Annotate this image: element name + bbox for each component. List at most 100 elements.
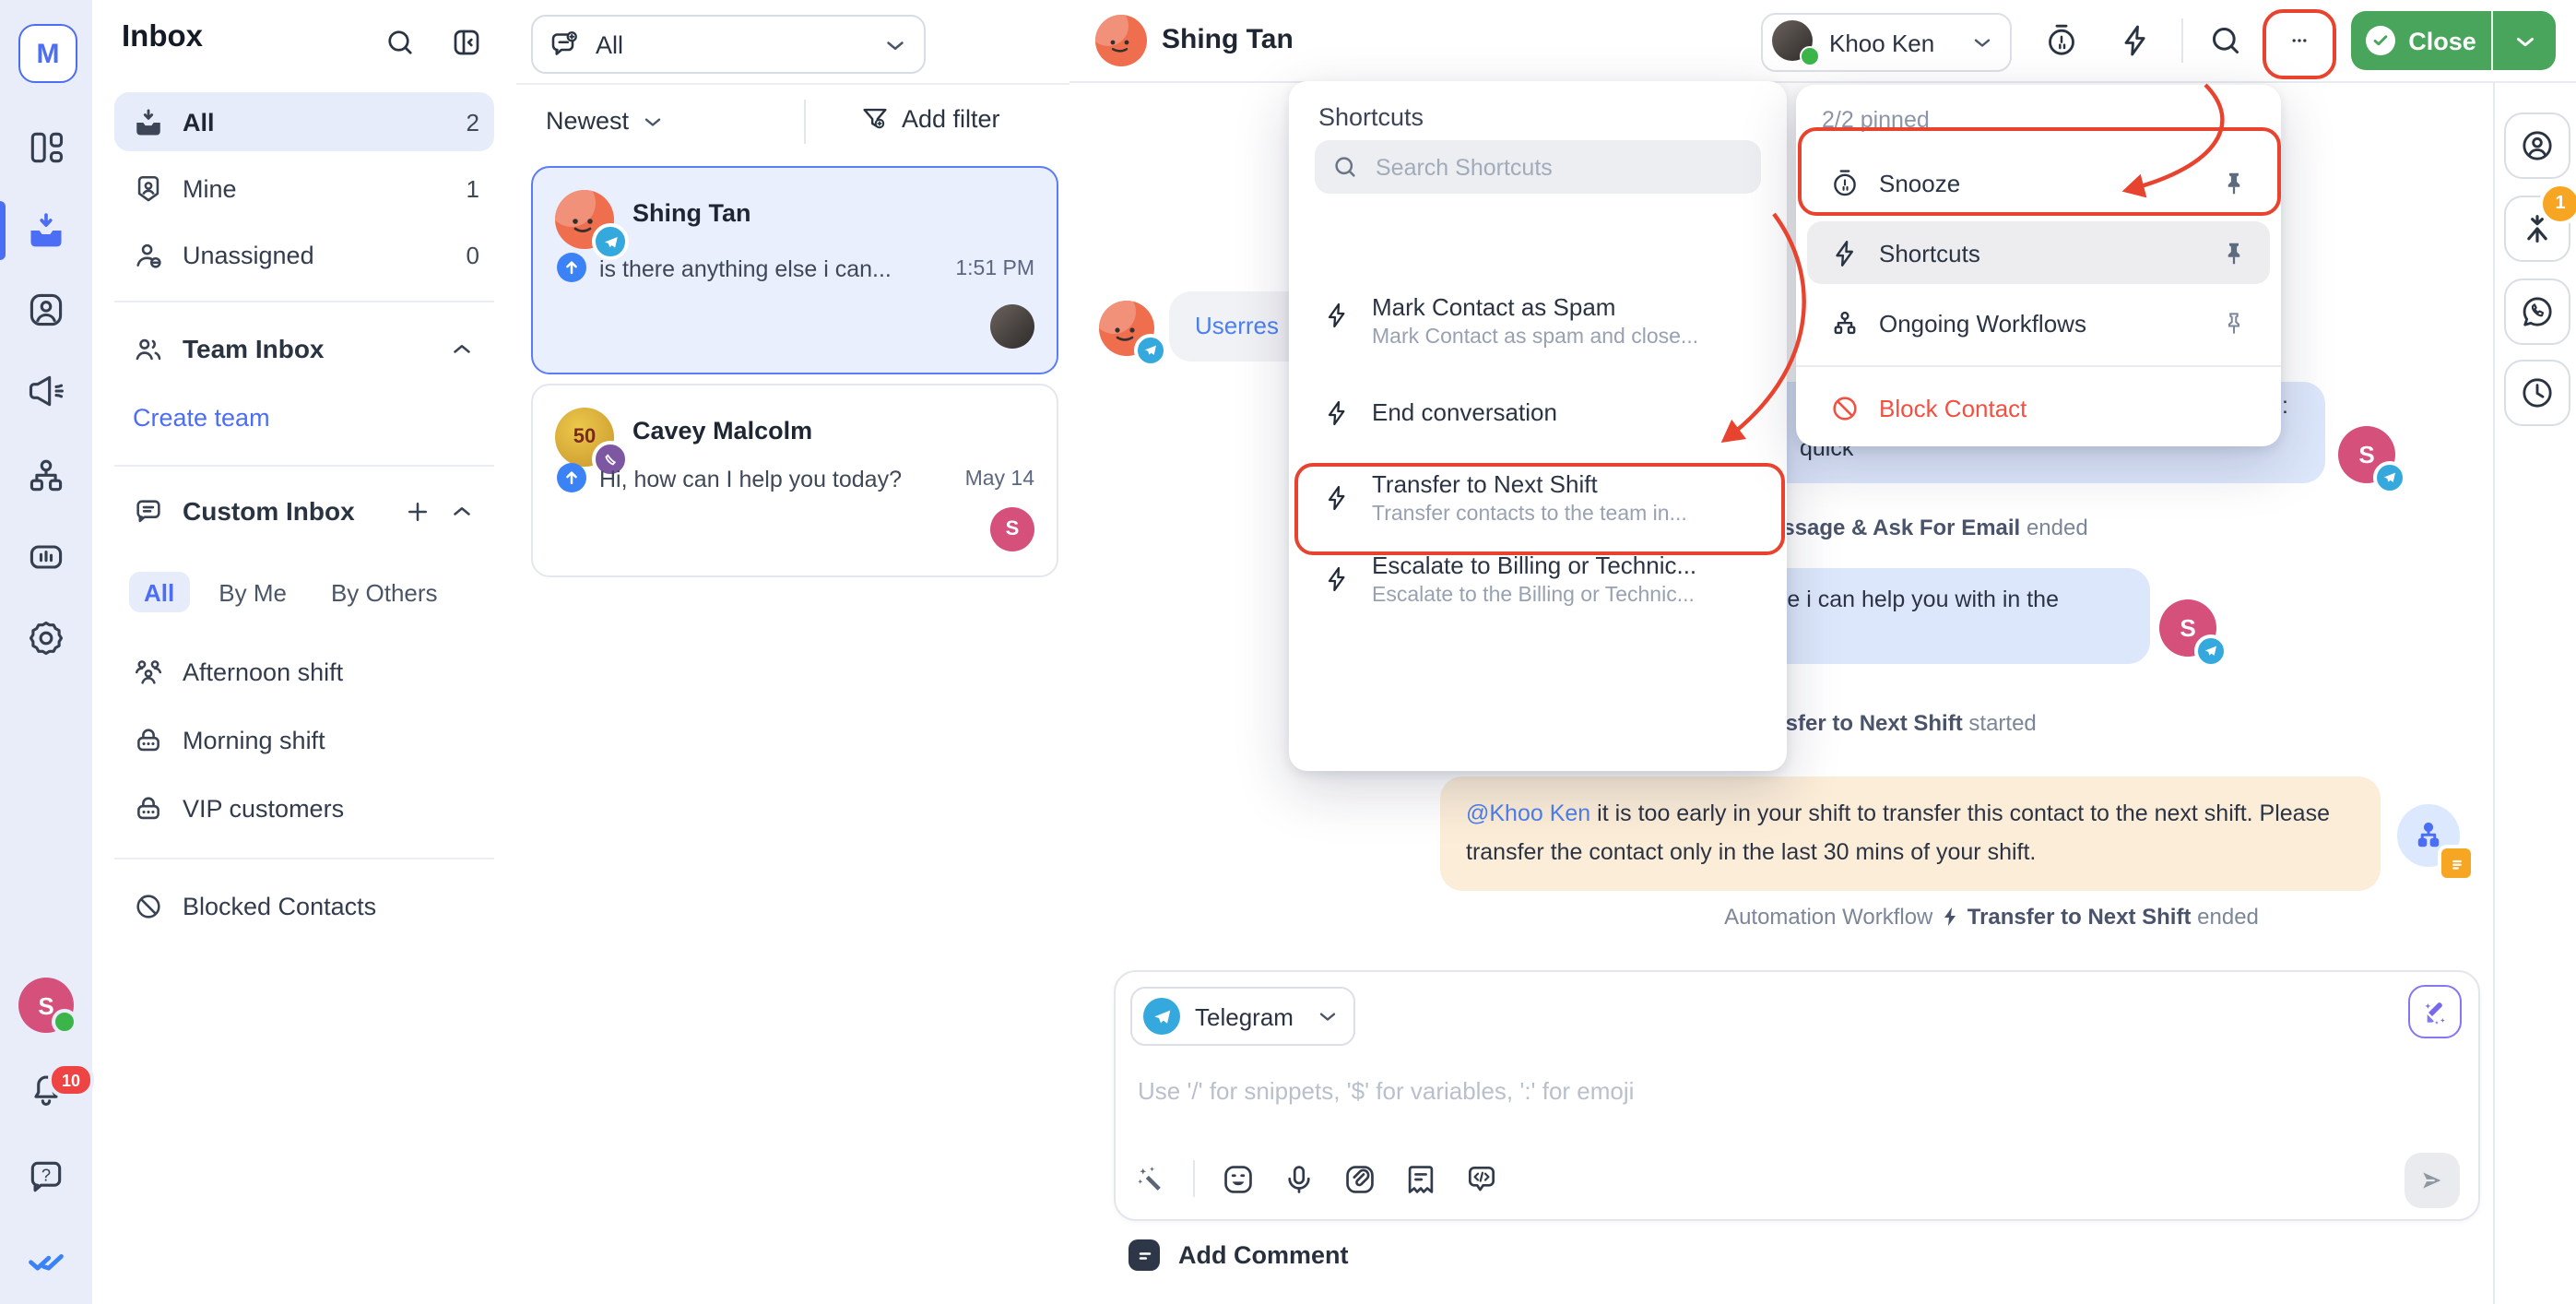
shortcut-item-title-escalate[interactable]: Escalate to Billing or Technic... xyxy=(1372,551,1696,579)
blocked-contacts-item[interactable]: Blocked Contacts xyxy=(114,876,494,935)
add-filter-button[interactable]: Add filter xyxy=(859,103,1000,135)
online-status-dot xyxy=(52,1009,77,1035)
app-window: M S 10 ? xyxy=(0,0,2576,1304)
code-snippet-icon[interactable] xyxy=(1464,1161,1499,1196)
collapse-sidebar-icon[interactable] xyxy=(450,26,483,59)
inbox-icon[interactable] xyxy=(26,210,66,251)
reports-icon[interactable] xyxy=(26,537,66,577)
automation-status-line: Automation Workflow Transfer to Next Shi… xyxy=(1438,904,2545,930)
pin-outline-icon[interactable] xyxy=(2220,309,2248,337)
brand-checks-icon xyxy=(26,1239,66,1280)
emoji-icon[interactable] xyxy=(1221,1161,1256,1196)
custom-inbox-label: Morning shift xyxy=(183,726,325,753)
composer-placeholder[interactable]: Use '/' for snippets, '$' for variables,… xyxy=(1138,1077,1634,1105)
team-people-icon xyxy=(133,333,164,364)
contact-details-button[interactable] xyxy=(2504,113,2570,179)
mention-link[interactable]: @Khoo Ken xyxy=(1466,800,1590,826)
chevron-up-icon[interactable] xyxy=(448,335,476,362)
divider xyxy=(804,100,806,144)
pin-filled-icon[interactable] xyxy=(2220,169,2248,196)
tab-by-others[interactable]: By Others xyxy=(316,572,453,612)
shortcuts-search-input[interactable] xyxy=(1372,152,1730,182)
conversation-preview: Hi, how can I help you today? xyxy=(599,467,902,492)
shortcut-bolt-icon[interactable] xyxy=(2117,22,2154,59)
settings-gear-icon[interactable] xyxy=(26,618,66,658)
conversation-time: 1:51 PM xyxy=(955,258,1034,280)
menu-item-block-contact[interactable]: Block Contact xyxy=(1807,376,2270,439)
search-messages-icon[interactable] xyxy=(2207,22,2244,59)
voice-note-icon[interactable] xyxy=(1282,1161,1317,1196)
shortcut-item-subtitle: Mark Contact as spam and close... xyxy=(1372,326,1698,349)
tab-by-me[interactable]: By Me xyxy=(204,572,301,612)
team-inbox-header[interactable]: Team Inbox xyxy=(114,326,494,371)
outgoing-arrow-icon xyxy=(557,463,586,492)
tab-all[interactable]: All xyxy=(129,572,189,612)
ai-assist-button[interactable] xyxy=(2408,985,2462,1038)
channel-filter-value: All xyxy=(596,30,623,58)
chevron-up-icon[interactable] xyxy=(448,497,476,525)
left-nav-rail: M S 10 ? xyxy=(0,0,94,1304)
bolt-icon xyxy=(1322,564,1352,594)
pinned-menu-header: 2/2 pinned xyxy=(1822,107,1930,133)
shortcut-bolt-icon xyxy=(1829,237,1861,268)
close-button-dropdown[interactable] xyxy=(2491,11,2556,70)
close-button-main[interactable]: Close xyxy=(2351,11,2491,70)
active-nav-indicator xyxy=(0,201,6,260)
broadcast-icon[interactable] xyxy=(26,371,66,411)
sidebar-item-count: 2 xyxy=(467,108,479,136)
more-options-icon[interactable] xyxy=(2281,31,2318,50)
sidebar-item-mine[interactable]: Mine 1 xyxy=(114,159,494,218)
incoming-message-link[interactable]: Userres xyxy=(1195,312,1279,339)
menu-item-label: Block Contact xyxy=(1879,394,2027,421)
custom-inbox-afternoon-shift[interactable]: Afternoon shift xyxy=(114,642,494,701)
menu-item-label: Ongoing Workflows xyxy=(1879,309,2086,337)
sidebar-item-label: Mine xyxy=(183,174,237,202)
menu-item-ongoing-workflows[interactable]: Ongoing Workflows xyxy=(1807,291,2270,354)
conversation-item-cavey-malcolm[interactable]: 50 Cavey Malcolm Hi, how can I help you … xyxy=(531,384,1058,577)
sidebar-item-unassigned[interactable]: Unassigned 0 xyxy=(114,225,494,284)
shortcut-item-title[interactable]: Transfer to Next Shift xyxy=(1372,470,1598,498)
history-clock-button[interactable] xyxy=(2504,360,2570,426)
close-conversation-button[interactable]: Close xyxy=(2351,11,2556,70)
help-icon[interactable]: ? xyxy=(26,1156,66,1197)
snooze-timer-icon[interactable] xyxy=(2043,22,2080,59)
sidebar-search-icon[interactable] xyxy=(384,26,417,59)
custom-inbox-morning-shift[interactable]: Morning shift xyxy=(114,710,494,769)
sidebar-item-all[interactable]: All 2 xyxy=(114,92,494,151)
menu-item-shortcuts[interactable]: Shortcuts xyxy=(1807,221,2270,284)
whatsapp-channel-button[interactable] xyxy=(2504,279,2570,345)
check-circle-icon xyxy=(2366,26,2395,55)
shortcuts-search[interactable] xyxy=(1315,140,1761,194)
shortcut-item-title[interactable]: End conversation xyxy=(1372,398,1557,426)
menu-item-snooze[interactable]: Snooze xyxy=(1807,151,2270,214)
menu-item-label: Shortcuts xyxy=(1879,239,1980,267)
add-custom-inbox-icon[interactable] xyxy=(404,497,431,525)
notification-count-badge: 10 xyxy=(48,1062,94,1097)
conversation-list: All Newest Add filter xyxy=(516,0,1071,1304)
merge-contact-button[interactable]: 1 xyxy=(2504,196,2570,262)
user-avatar[interactable]: S xyxy=(18,978,74,1033)
sidebar-item-label: All xyxy=(183,108,215,136)
pin-filled-icon[interactable] xyxy=(2220,239,2248,267)
send-button[interactable] xyxy=(2405,1153,2460,1208)
add-comment-button[interactable]: Add Comment xyxy=(1128,1239,1349,1271)
snippet-icon[interactable] xyxy=(1403,1161,1438,1196)
attachment-icon[interactable] xyxy=(1342,1161,1377,1196)
channel-selector[interactable]: Telegram xyxy=(1130,987,1355,1046)
inbox-tray-icon xyxy=(133,106,164,137)
channel-filter-select[interactable]: All xyxy=(531,15,926,74)
conversation-item-shing-tan[interactable]: Shing Tan is there anything else i can..… xyxy=(531,166,1058,374)
assignee-dropdown[interactable]: Khoo Ken xyxy=(1761,13,2012,72)
magic-wand-icon[interactable] xyxy=(1134,1162,1167,1195)
custom-inbox-vip-customers[interactable]: VIP customers xyxy=(114,778,494,837)
workspace-logo[interactable]: M xyxy=(18,24,77,83)
dashboard-icon[interactable] xyxy=(26,127,66,168)
contacts-icon[interactable] xyxy=(26,290,66,330)
message-composer[interactable]: Telegram Use '/' for snippets, '$' for v… xyxy=(1114,970,2480,1221)
sort-dropdown[interactable]: Newest xyxy=(546,107,666,135)
custom-inbox-header[interactable]: Custom Inbox xyxy=(114,489,494,533)
chevron-down-icon xyxy=(881,30,909,58)
workflows-icon[interactable] xyxy=(26,456,66,496)
create-team-link[interactable]: Create team xyxy=(133,404,270,432)
shortcut-item-title[interactable]: Mark Contact as Spam xyxy=(1372,293,1615,321)
